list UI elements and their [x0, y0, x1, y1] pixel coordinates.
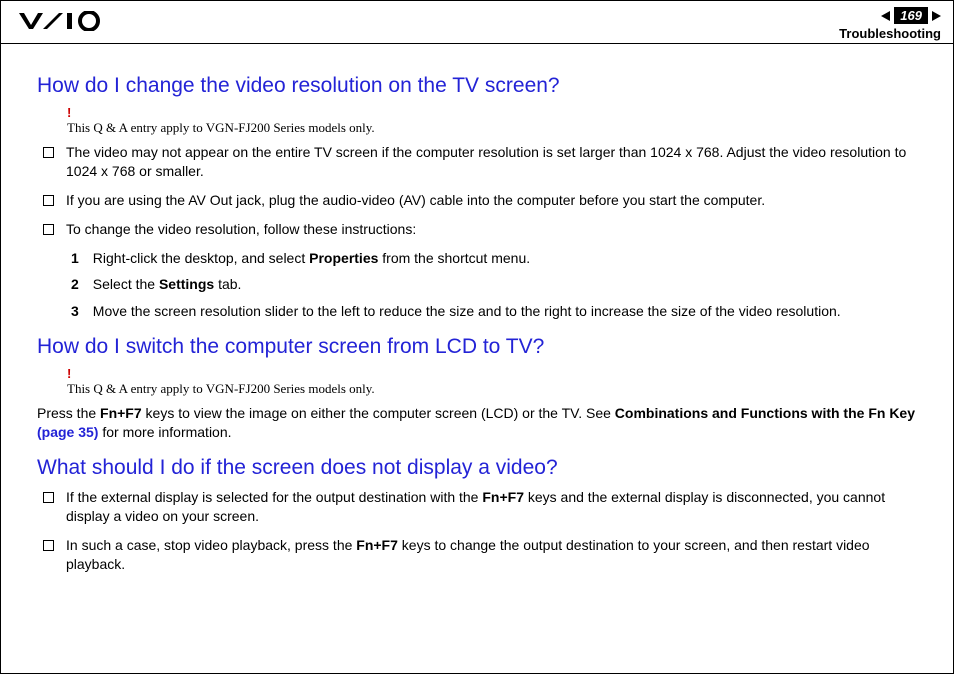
step-item: 1 Right-click the desktop, and select Pro…: [71, 249, 917, 268]
bullet-text: If the external display is selected for …: [66, 488, 917, 526]
q3-bullets: If the external display is selected for …: [37, 488, 917, 574]
step-item: 2 Select the Settings tab.: [71, 275, 917, 294]
prev-page-arrow-icon[interactable]: [881, 11, 890, 21]
q1-heading: How do I change the video resolution on …: [37, 74, 917, 98]
bullet-icon: [43, 540, 54, 551]
header-right: 169 Troubleshooting: [839, 7, 941, 41]
q2-note: ! This Q & A entry apply to VGN-FJ200 Se…: [67, 367, 917, 398]
q1-steps: 1 Right-click the desktop, and select Pro…: [71, 249, 917, 322]
bullet-text: In such a case, stop video playback, pre…: [66, 536, 917, 574]
next-page-arrow-icon[interactable]: [932, 11, 941, 21]
step-text: Move the screen resolution slider to the…: [93, 302, 841, 321]
q1-note: ! This Q & A entry apply to VGN-FJ200 Se…: [67, 106, 917, 137]
bullet-icon: [43, 224, 54, 235]
warning-icon: !: [67, 106, 917, 119]
bullet-icon: [43, 492, 54, 503]
bullet-icon: [43, 147, 54, 158]
step-text: Right-click the desktop, and select Prop…: [93, 249, 530, 268]
step-number: 3: [71, 302, 79, 321]
section-label: Troubleshooting: [839, 26, 941, 41]
q2-heading: How do I switch the computer screen from…: [37, 335, 917, 359]
q2-note-text: This Q & A entry apply to VGN-FJ200 Seri…: [67, 381, 375, 396]
q1-note-text: This Q & A entry apply to VGN-FJ200 Seri…: [67, 120, 375, 135]
page-number: 169: [894, 7, 928, 24]
warning-icon: !: [67, 367, 917, 380]
list-item: In such a case, stop video playback, pre…: [37, 536, 917, 574]
q3-heading: What should I do if the screen does not …: [37, 456, 917, 480]
vaio-logo: [19, 7, 113, 31]
page-content: How do I change the video resolution on …: [1, 44, 953, 574]
list-item: If the external display is selected for …: [37, 488, 917, 526]
step-item: 3 Move the screen resolution slider to th…: [71, 302, 917, 321]
list-item: If you are using the AV Out jack, plug t…: [37, 191, 917, 210]
list-item: To change the video resolution, follow t…: [37, 220, 917, 239]
bullet-text: To change the video resolution, follow t…: [66, 220, 416, 239]
bullet-text: The video may not appear on the entire T…: [66, 143, 917, 181]
page-nav: 169: [839, 7, 941, 24]
bullet-icon: [43, 195, 54, 206]
bullet-text: If you are using the AV Out jack, plug t…: [66, 191, 765, 210]
q1-bullets: The video may not appear on the entire T…: [37, 143, 917, 239]
page-link[interactable]: (page 35): [37, 424, 98, 440]
list-item: The video may not appear on the entire T…: [37, 143, 917, 181]
step-text: Select the Settings tab.: [93, 275, 242, 294]
step-number: 2: [71, 275, 79, 294]
step-number: 1: [71, 249, 79, 268]
page-header: 169 Troubleshooting: [1, 1, 953, 44]
q2-paragraph: Press the Fn+F7 keys to view the image o…: [37, 404, 917, 442]
